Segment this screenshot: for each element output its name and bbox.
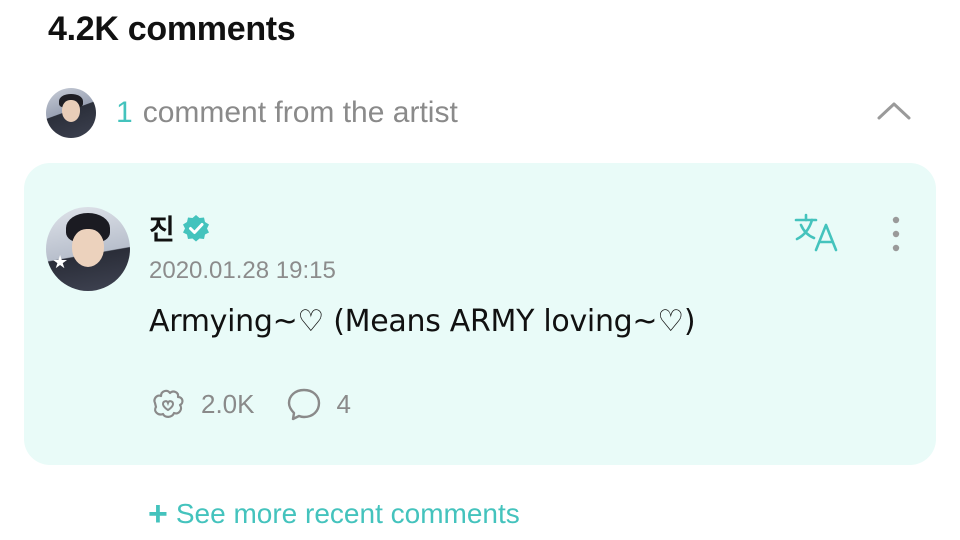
reply-count: 4 (336, 388, 351, 419)
verified-badge-icon (182, 215, 209, 242)
avatar[interactable]: ★ (46, 207, 130, 291)
see-more-label: See more recent comments (175, 498, 520, 529)
artist-comment-card: ★ 진 2020.01.28 19:15 Armying~♡ (Means AR… (24, 163, 936, 465)
plus-icon: + (148, 495, 168, 533)
star-icon: ★ (52, 252, 69, 272)
comment-text: Armying~♡ (Means ARMY loving~♡) (149, 304, 696, 339)
comment-actions: 2.0K 4 (149, 385, 351, 423)
like-count: 2.0K (201, 388, 255, 419)
more-vertical-icon[interactable] (886, 215, 906, 255)
artist-comment-count: 1 (116, 96, 133, 129)
chevron-up-icon[interactable] (876, 96, 912, 126)
artist-comments-header[interactable]: 1 comment from the artist (46, 88, 920, 138)
like-icon[interactable] (149, 385, 187, 423)
artist-comment-label: comment from the artist (142, 96, 458, 129)
comment-timestamp: 2020.01.28 19:15 (149, 257, 336, 284)
artist-mini-avatar (46, 88, 96, 138)
comment-author-name[interactable]: 진 (149, 208, 175, 248)
reply-icon[interactable] (285, 385, 323, 423)
comments-count-title: 4.2K comments (48, 10, 296, 48)
translate-icon[interactable] (794, 213, 844, 253)
see-more-comments-link[interactable]: + See more recent comments (148, 495, 520, 533)
